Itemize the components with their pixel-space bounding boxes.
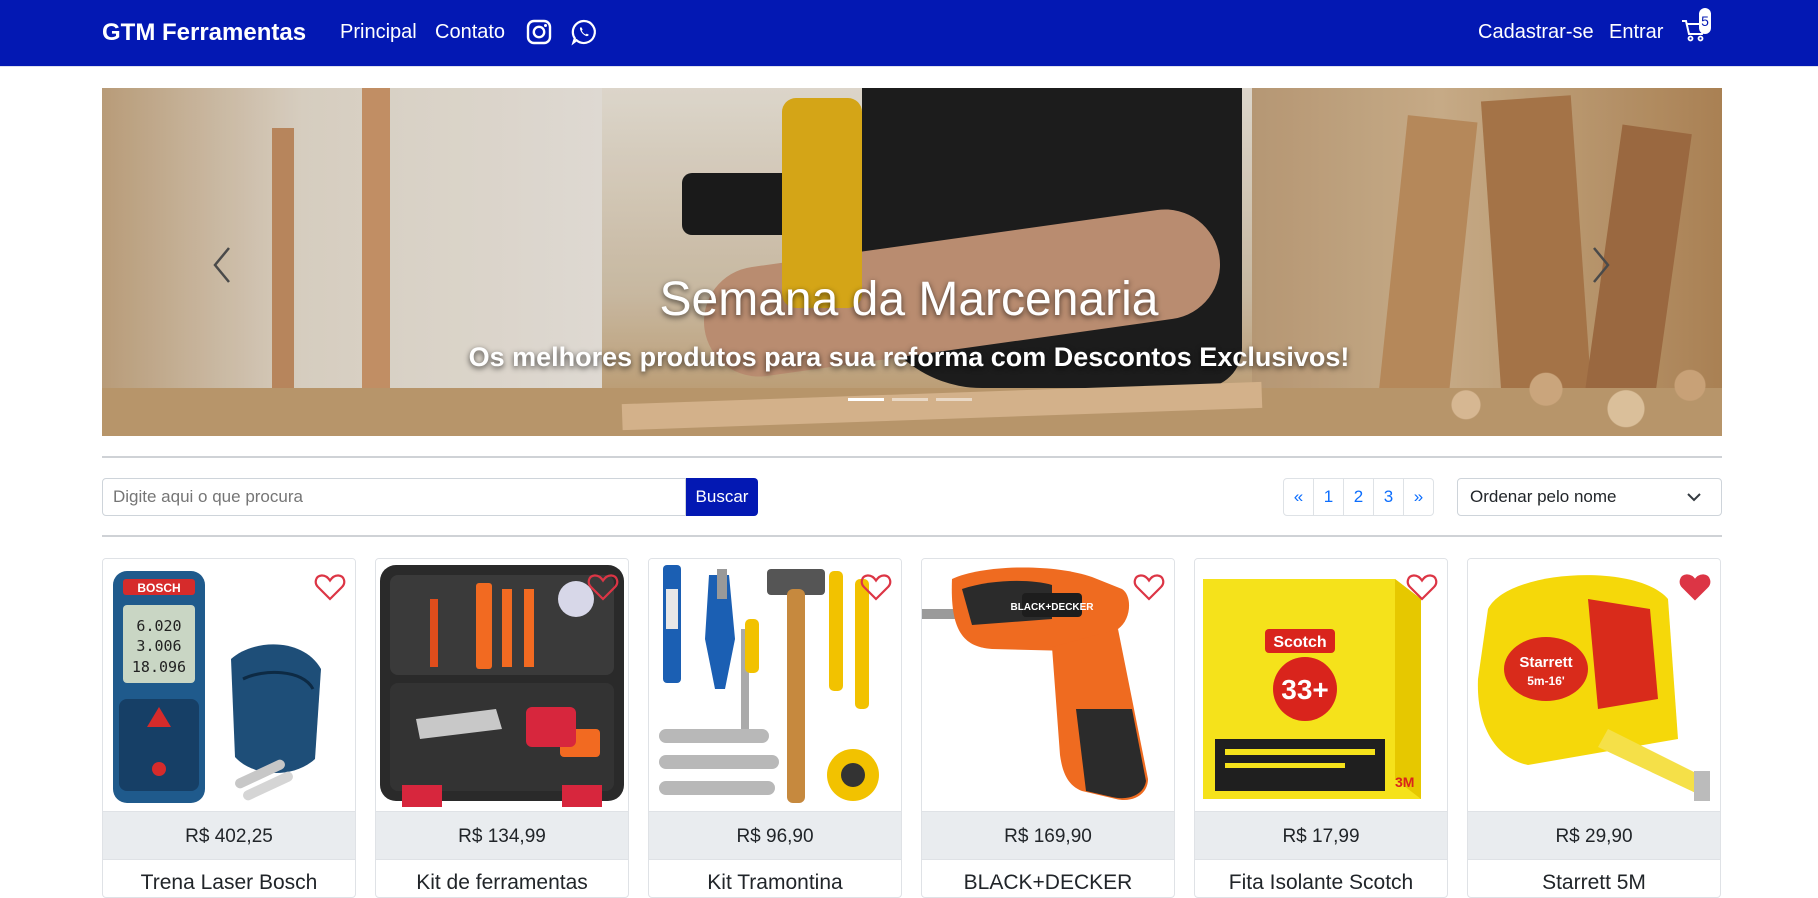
svg-text:Scotch: Scotch: [1273, 634, 1326, 651]
heart-icon[interactable]: [1133, 572, 1165, 602]
product-price: R$ 169,90: [922, 811, 1174, 860]
svg-text:6.020: 6.020: [136, 617, 181, 635]
heart-icon[interactable]: [860, 572, 892, 602]
nav-link-contato[interactable]: Contato: [435, 21, 505, 44]
carousel-next-icon[interactable]: [1580, 240, 1620, 290]
product-name[interactable]: Kit Tramontina: [649, 871, 901, 895]
product-card[interactable]: Scotch 33+ 3M R$ 17,99 Fita Isolante Sco…: [1194, 558, 1448, 898]
search-input[interactable]: [102, 478, 686, 516]
svg-text:BOSCH: BOSCH: [137, 581, 180, 595]
svg-text:3.006: 3.006: [136, 637, 181, 655]
product-card[interactable]: BLACK+DECKER R$ 169,90 BLACK+DECKER: [921, 558, 1175, 898]
chevron-down-icon: [1687, 493, 1701, 502]
product-name[interactable]: Kit de ferramentas: [376, 871, 628, 895]
banner-subtitle: Os melhores produtos para sua reforma co…: [468, 342, 1350, 372]
hero-banner-image: [102, 88, 1722, 436]
pagination-page-2[interactable]: 2: [1343, 478, 1374, 516]
product-price: R$ 134,99: [376, 811, 628, 860]
cart-count-badge: 5: [1699, 8, 1711, 34]
carousel-indicator[interactable]: [848, 398, 884, 401]
pagination-next[interactable]: »: [1403, 478, 1434, 516]
heart-icon[interactable]: [1406, 572, 1438, 602]
product-name[interactable]: Starrett 5M: [1468, 871, 1720, 895]
banner-title: Semana da Marcenaria: [659, 273, 1159, 326]
divider: [102, 456, 1722, 458]
search-button[interactable]: Buscar: [686, 478, 758, 516]
product-price: R$ 402,25: [103, 811, 355, 860]
nav-link-entrar[interactable]: Entrar: [1609, 21, 1663, 44]
product-card[interactable]: R$ 134,99 Kit de ferramentas: [375, 558, 629, 898]
svg-text:5m-16': 5m-16': [1527, 674, 1565, 688]
nav-link-principal[interactable]: Principal: [340, 21, 417, 44]
product-card[interactable]: Starrett 5m-16' R$ 29,90 Starrett 5M: [1467, 558, 1721, 898]
heart-icon[interactable]: [314, 572, 346, 602]
svg-text:18.096: 18.096: [132, 658, 186, 676]
divider: [102, 535, 1722, 537]
carousel-indicator[interactable]: [892, 398, 928, 401]
sort-select[interactable]: Ordenar pelo nome: [1457, 478, 1722, 516]
whatsapp-icon[interactable]: [570, 18, 598, 46]
pagination: « 1 2 3 »: [1283, 478, 1434, 516]
heart-filled-icon[interactable]: [1679, 572, 1711, 602]
product-price: R$ 17,99: [1195, 811, 1447, 860]
carousel-prev-icon[interactable]: [203, 240, 243, 290]
carousel-indicators: [848, 398, 972, 402]
product-card[interactable]: R$ 96,90 Kit Tramontina: [648, 558, 902, 898]
product-card[interactable]: BOSCH 6.020 3.006 18.096 R$ 402,25 Trena…: [102, 558, 356, 898]
product-price: R$ 29,90: [1468, 811, 1720, 860]
carousel-indicator[interactable]: [936, 398, 972, 401]
product-name[interactable]: Trena Laser Bosch: [103, 871, 355, 895]
svg-text:3M: 3M: [1395, 774, 1414, 790]
pagination-prev[interactable]: «: [1283, 478, 1314, 516]
pagination-page-3[interactable]: 3: [1373, 478, 1404, 516]
pagination-page-1[interactable]: 1: [1313, 478, 1344, 516]
product-price: R$ 96,90: [649, 811, 901, 860]
nav-link-cadastrar[interactable]: Cadastrar-se: [1478, 21, 1594, 44]
product-name[interactable]: BLACK+DECKER: [922, 871, 1174, 895]
instagram-icon[interactable]: [525, 18, 553, 46]
svg-text:33+: 33+: [1281, 674, 1329, 705]
svg-text:Starrett: Starrett: [1519, 654, 1572, 671]
top-navbar: GTM Ferramentas Principal Contato Cadast…: [0, 0, 1818, 67]
heart-icon[interactable]: [587, 572, 619, 602]
svg-text:BLACK+DECKER: BLACK+DECKER: [1010, 602, 1094, 613]
product-name[interactable]: Fita Isolante Scotch: [1195, 871, 1447, 895]
brand-logo[interactable]: GTM Ferramentas: [102, 19, 306, 47]
